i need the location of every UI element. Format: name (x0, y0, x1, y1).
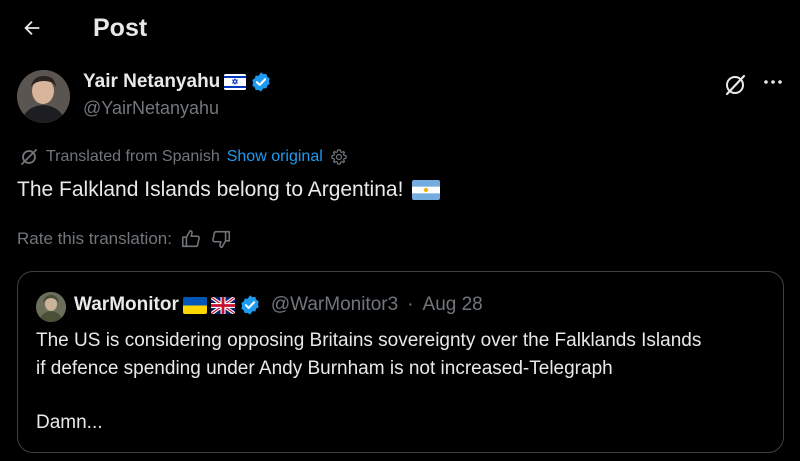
rate-translation-label: Rate this translation: (17, 229, 172, 248)
page-title: Post (93, 14, 148, 42)
verified-badge-icon (241, 295, 259, 315)
quoted-author-handle[interactable]: @WarMonitor3 (271, 294, 398, 316)
author-name[interactable]: Yair Netanyahu (83, 71, 220, 93)
uk-flag-icon (210, 296, 235, 314)
author-handle[interactable]: @YairNetanyahu (83, 98, 219, 119)
settings-gear-icon[interactable] (330, 148, 348, 166)
quoted-author-avatar[interactable] (36, 292, 66, 322)
quoted-post-header: WarMonitor @WarMonitor3 · Aug 28 (74, 294, 483, 316)
more-options-icon (764, 80, 782, 84)
dot-separator: · (407, 294, 414, 315)
quoted-author-name[interactable]: WarMonitor (74, 294, 179, 316)
ukraine-flag-icon (182, 296, 207, 314)
quoted-post-line: if defence spending under Andy Burnham i… (36, 358, 613, 379)
post-text: The Falkland Islands belong to Argentina… (17, 178, 404, 201)
argentina-flag-icon (412, 180, 441, 200)
thumbs-down-icon[interactable] (210, 228, 232, 250)
arrow-left-icon (24, 20, 40, 36)
rate-translation-row: Rate this translation: (17, 228, 232, 250)
quoted-post-line: Damn... (36, 412, 103, 433)
author-name-row[interactable]: Yair Netanyahu (83, 71, 272, 93)
grok-icon (725, 74, 746, 96)
quoted-post-date[interactable]: Aug 28 (423, 294, 483, 316)
top-bar: Post (0, 0, 800, 58)
quoted-post-line: The US is considering opposing Britains … (36, 330, 702, 351)
quoted-post-body: The US is considering opposing Britains … (36, 327, 771, 383)
more-options-button[interactable] (758, 70, 788, 94)
post-text-row: The Falkland Islands belong to Argentina… (17, 178, 441, 202)
author-avatar[interactable] (17, 70, 70, 123)
translated-from-label: Translated from Spanish (46, 148, 220, 165)
translation-row: Translated from Spanish Show original (19, 147, 348, 167)
translate-icon (21, 149, 37, 165)
grok-button[interactable] (720, 70, 750, 100)
show-original-link[interactable]: Show original (227, 148, 323, 166)
back-button[interactable] (16, 12, 48, 44)
quoted-post-card[interactable]: WarMonitor @WarMonitor3 · Aug 28 The US … (17, 271, 784, 453)
verified-badge-icon (252, 72, 270, 92)
thumbs-up-icon[interactable] (180, 228, 202, 250)
israel-flag-icon (224, 74, 247, 90)
